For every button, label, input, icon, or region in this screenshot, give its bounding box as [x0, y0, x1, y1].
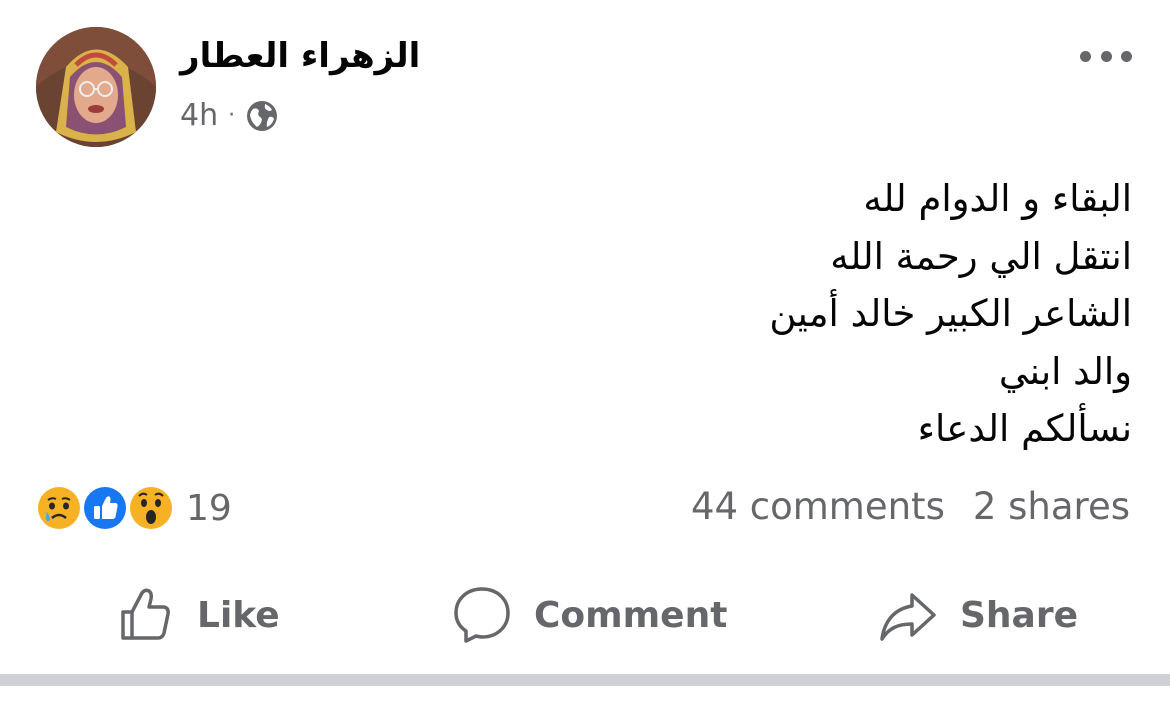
action-bar: Like Comment Share — [0, 582, 1170, 652]
thumbs-up-icon — [121, 588, 170, 640]
more-dot — [1121, 50, 1132, 62]
more-dot — [1080, 50, 1091, 62]
meta-separator: · — [228, 103, 236, 128]
comments-count[interactable]: 44 comments — [691, 485, 945, 528]
share-arrow-icon — [880, 593, 936, 641]
reaction-count: 19 — [186, 487, 232, 529]
avatar-image — [36, 27, 156, 147]
post-text-line: الشاعر الكبير خالد أمين — [769, 292, 1132, 335]
like-label: Like — [197, 594, 280, 636]
more-options-icon[interactable] — [1080, 38, 1132, 74]
facebook-post: الزهراء العطار 4h · البقاء و الدوام لله … — [0, 0, 1170, 711]
wow-reaction-icon — [126, 483, 176, 533]
post-text-line: انتقل الي رحمة الله — [830, 234, 1132, 278]
post-text-line: نسألكم الدعاء — [917, 407, 1132, 450]
post-meta: 4h · — [180, 98, 279, 133]
share-button[interactable]: Share — [878, 582, 1078, 648]
shares-count[interactable]: 2 shares — [973, 485, 1130, 528]
post-text: البقاء و الدوام لله انتقل الي رحمة الله … — [432, 170, 1132, 458]
post-divider — [0, 674, 1170, 686]
like-reaction-icon — [80, 483, 130, 533]
like-button[interactable]: Like — [115, 582, 280, 648]
post-text-line: والد ابني — [998, 349, 1132, 393]
more-dot — [1100, 50, 1112, 62]
share-label: Share — [960, 594, 1079, 636]
engagement-stats: 44 comments 2 shares — [691, 485, 1130, 528]
post-text-line: البقاء و الدوام لله — [863, 177, 1132, 220]
reactions-summary[interactable]: 19 — [34, 483, 232, 533]
author-name[interactable]: الزهراء العطار — [180, 36, 420, 76]
comment-bubble-icon — [454, 587, 510, 643]
author-avatar[interactable] — [36, 27, 156, 147]
post-time[interactable]: 4h — [180, 98, 218, 133]
comment-label: Comment — [534, 594, 728, 636]
sad-reaction-icon — [34, 483, 84, 533]
comment-button[interactable]: Comment — [452, 582, 727, 648]
globe-icon[interactable] — [245, 99, 279, 133]
